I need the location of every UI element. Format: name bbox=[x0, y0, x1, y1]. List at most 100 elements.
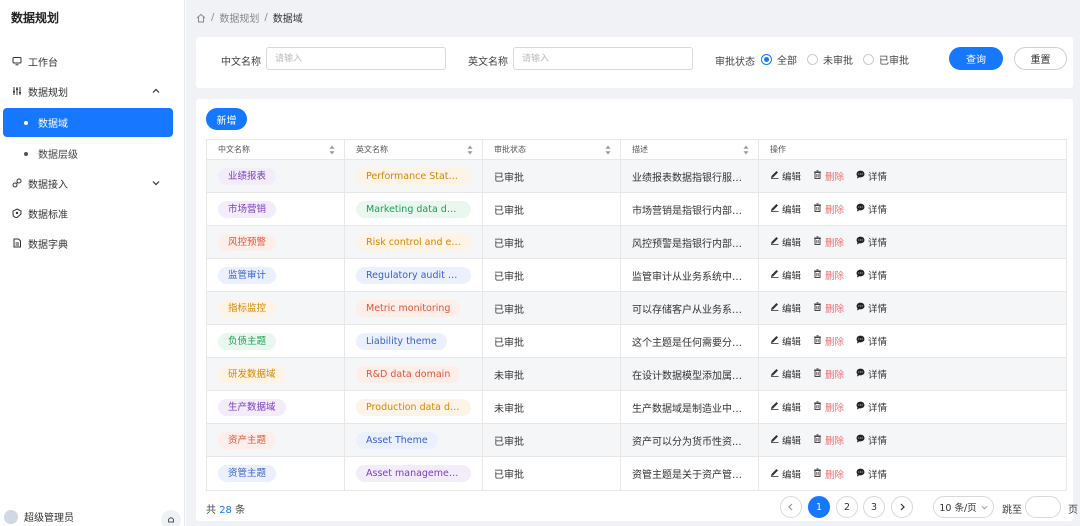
status-radio-all[interactable]: 全部 bbox=[761, 52, 797, 67]
cn-name-tag: 市场营销 bbox=[218, 200, 277, 218]
bell-icon[interactable] bbox=[161, 510, 181, 526]
sort-icon[interactable] bbox=[743, 145, 749, 155]
sidebar-item-workbench[interactable]: 工作台 bbox=[0, 47, 185, 75]
en-name-input[interactable] bbox=[513, 47, 693, 70]
cn-name-tag: 资产主题 bbox=[218, 431, 277, 449]
delete-button[interactable]: 删除 bbox=[813, 467, 844, 481]
delete-button[interactable]: 删除 bbox=[813, 169, 844, 183]
page-button[interactable]: 2 bbox=[836, 496, 858, 518]
edit-button[interactable]: 编辑 bbox=[770, 367, 801, 381]
edit-button[interactable]: 编辑 bbox=[770, 268, 801, 282]
delete-button[interactable]: 删除 bbox=[813, 268, 844, 282]
delete-button[interactable]: 删除 bbox=[813, 301, 844, 315]
status-radio-unapproved[interactable]: 未审批 bbox=[807, 52, 853, 67]
jump-page-input[interactable] bbox=[1025, 496, 1061, 518]
user-profile[interactable]: 超级管理员 bbox=[4, 509, 74, 524]
cn-name-input[interactable] bbox=[266, 47, 446, 70]
desc-text: 业绩报表数据指银行服务... bbox=[632, 172, 750, 184]
detail-button[interactable]: 详情 bbox=[856, 433, 887, 447]
header-label: 描述 bbox=[632, 145, 648, 154]
table-row: 监管审计 Regulatory audit d... 已审批 监管审计从业务系统中可.… bbox=[207, 259, 1066, 292]
delete-button[interactable]: 删除 bbox=[813, 235, 844, 249]
desc-text: 资管主题是关于资产管理... bbox=[632, 470, 750, 481]
detail-button[interactable]: 详情 bbox=[856, 367, 887, 381]
cell-status: 未审批 bbox=[483, 358, 621, 390]
sidebar-item-data-standard[interactable]: 数据标准 bbox=[0, 199, 185, 227]
sidebar-item-data-dictionary[interactable]: 数据字典 bbox=[0, 229, 185, 257]
detail-button[interactable]: 详情 bbox=[856, 467, 887, 481]
en-name-tag: Risk control and ea... bbox=[356, 233, 471, 251]
cell-cn-name: 监管审计 bbox=[207, 259, 345, 291]
sort-icon[interactable] bbox=[467, 145, 473, 155]
comment-icon bbox=[856, 170, 865, 182]
add-button[interactable]: 新增 bbox=[206, 108, 247, 130]
header-label: 中文名称 bbox=[218, 145, 250, 154]
trash-icon bbox=[813, 335, 822, 347]
edit-button[interactable]: 编辑 bbox=[770, 301, 801, 315]
next-page-button[interactable] bbox=[891, 496, 913, 518]
query-button[interactable]: 查询 bbox=[949, 47, 1003, 70]
delete-button[interactable]: 删除 bbox=[813, 202, 844, 216]
detail-button[interactable]: 详情 bbox=[856, 400, 887, 414]
cell-desc: 市场营销是指银行内部组... bbox=[621, 193, 759, 225]
table-row: 业绩报表 Performance State... 已审批 业绩报表数据指银行服务..… bbox=[207, 160, 1066, 193]
cell-actions: 编辑 删除 详情 bbox=[759, 457, 1066, 490]
delete-button[interactable]: 删除 bbox=[813, 433, 844, 447]
sidebar-item-data-access[interactable]: 数据接入 bbox=[0, 169, 185, 197]
page-button[interactable]: 3 bbox=[863, 496, 885, 518]
page-button[interactable]: 1 bbox=[808, 496, 830, 518]
detail-button[interactable]: 详情 bbox=[856, 334, 887, 348]
sidebar-subitem-data-layer[interactable]: 数据层级 bbox=[3, 139, 173, 168]
delete-label: 删除 bbox=[825, 337, 845, 348]
delete-button[interactable]: 删除 bbox=[813, 367, 844, 381]
sort-icon[interactable] bbox=[605, 145, 611, 155]
breadcrumb-item[interactable]: 数据规划 bbox=[219, 10, 259, 25]
detail-button[interactable]: 详情 bbox=[856, 169, 887, 183]
pencil-icon bbox=[770, 269, 779, 281]
en-name-tag: Performance State... bbox=[356, 167, 471, 185]
cell-desc: 资管主题是关于资产管理... bbox=[621, 457, 759, 490]
cn-name-tag: 风控预警 bbox=[218, 233, 277, 251]
en-name-tag: R&D data domain bbox=[356, 365, 461, 383]
status-radio-approved[interactable]: 已审批 bbox=[863, 52, 909, 67]
home-icon[interactable] bbox=[196, 13, 206, 23]
comment-icon bbox=[856, 468, 865, 480]
sidebar-subitem-data-domain[interactable]: 数据域 bbox=[3, 108, 173, 137]
col-header-status[interactable]: 审批状态 bbox=[483, 140, 621, 159]
col-header-cn[interactable]: 中文名称 bbox=[207, 140, 345, 159]
edit-button[interactable]: 编辑 bbox=[770, 334, 801, 348]
detail-button[interactable]: 详情 bbox=[856, 301, 887, 315]
sidebar-item-data-planning[interactable]: 数据规划 bbox=[0, 77, 185, 105]
total-prefix: 共 bbox=[206, 505, 216, 516]
edit-button[interactable]: 编辑 bbox=[770, 235, 801, 249]
en-name-tag: Asset management... bbox=[356, 465, 471, 482]
edit-button[interactable]: 编辑 bbox=[770, 169, 801, 183]
trash-icon bbox=[813, 467, 822, 480]
delete-button[interactable]: 删除 bbox=[813, 400, 844, 414]
detail-button[interactable]: 详情 bbox=[856, 268, 887, 282]
col-header-desc[interactable]: 描述 bbox=[621, 140, 759, 159]
col-header-en[interactable]: 英文名称 bbox=[345, 140, 483, 159]
delete-label: 删除 bbox=[825, 370, 845, 381]
edit-button[interactable]: 编辑 bbox=[770, 467, 801, 481]
app-title: 数据规划 bbox=[11, 11, 60, 25]
detail-button[interactable]: 详情 bbox=[856, 202, 887, 216]
page-size-select[interactable]: 10 条/页 bbox=[933, 496, 994, 518]
pencil-icon bbox=[770, 302, 779, 314]
reset-button[interactable]: 重置 bbox=[1014, 47, 1067, 70]
detail-button[interactable]: 详情 bbox=[856, 235, 887, 249]
pencil-icon bbox=[770, 368, 779, 380]
edit-button[interactable]: 编辑 bbox=[770, 202, 801, 216]
edit-label: 编辑 bbox=[782, 469, 802, 481]
edit-button[interactable]: 编辑 bbox=[770, 433, 801, 447]
edit-button[interactable]: 编辑 bbox=[770, 400, 801, 414]
sort-icon[interactable] bbox=[329, 145, 335, 155]
prev-page-button[interactable] bbox=[780, 496, 802, 518]
delete-button[interactable]: 删除 bbox=[813, 334, 844, 348]
detail-label: 详情 bbox=[868, 436, 888, 447]
cell-status: 已审批 bbox=[483, 292, 621, 324]
bullet-icon bbox=[24, 120, 28, 125]
comment-icon bbox=[856, 203, 865, 215]
cell-desc: 资产可以分为货币性资... bbox=[621, 424, 759, 456]
sidebar-item-label: 工作台 bbox=[28, 57, 58, 69]
